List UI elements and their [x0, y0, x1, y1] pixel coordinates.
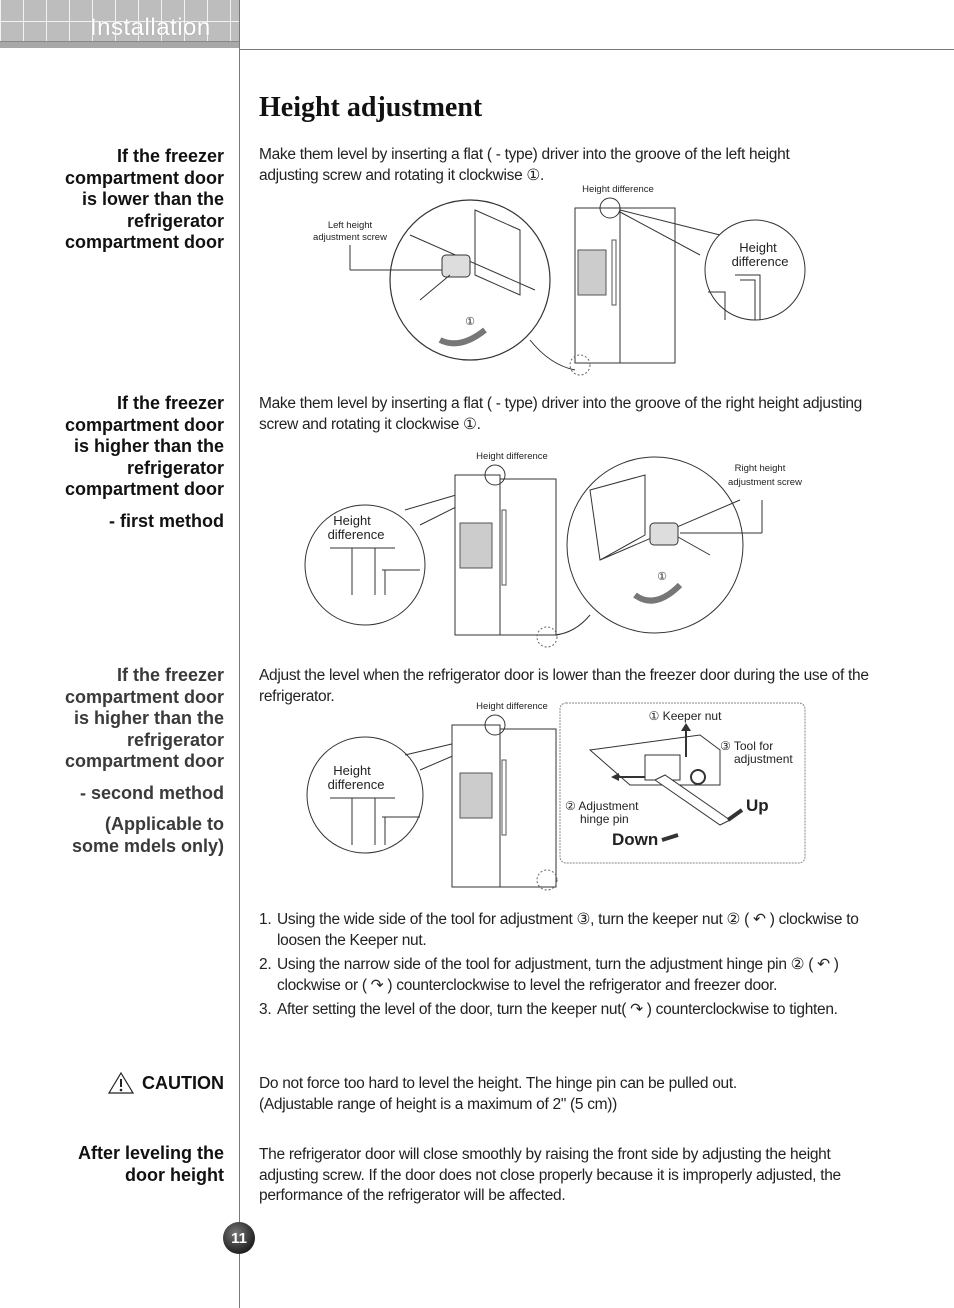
- down-label: Down: [612, 830, 658, 849]
- section-title: Installation: [90, 14, 211, 41]
- caution-line: (Adjustable range of height is a maximum…: [259, 1095, 618, 1113]
- label-line: refrigerator: [126, 729, 224, 750]
- after-leveling-label: After leveling the door height: [4, 1143, 224, 1186]
- hinge-pin-label: ② Adjustment: [565, 799, 639, 813]
- step-text: After setting the level of the door, tur…: [277, 1001, 838, 1018]
- up-label: Up: [746, 796, 769, 815]
- caution-heading: CAUTION: [108, 1072, 224, 1094]
- rotation-marker: ①: [657, 571, 667, 583]
- callout-label: difference: [732, 254, 789, 269]
- label-line: refrigerator: [126, 457, 224, 478]
- note-line: (Applicable to: [104, 814, 224, 834]
- page-number-badge: 11: [223, 1222, 255, 1254]
- caution-line: Do not force too hard to level the heigh…: [259, 1075, 737, 1092]
- diagram-left-screw: ① Left height adjustment screw Height di…: [313, 184, 806, 376]
- section-3-label: If the freezer compartment door is highe…: [4, 665, 224, 857]
- caution-text: Do not force too hard to level the heigh…: [259, 1074, 879, 1115]
- after-leveling-text: The refrigerator door will close smoothl…: [259, 1146, 841, 1204]
- section-2-label: If the freezer compartment door is highe…: [4, 393, 224, 532]
- height-diff-label: Height difference: [476, 701, 548, 712]
- step-item: 2. Using the narrow side of the tool for…: [259, 955, 879, 996]
- diagram-right-screw: Height difference Height difference ① Ri…: [304, 451, 802, 648]
- hinge-pin-label: hinge pin: [580, 812, 629, 826]
- adjustment-steps: 1. Using the wide side of the tool for a…: [259, 910, 879, 1025]
- warning-triangle-icon: [108, 1072, 134, 1094]
- callout-label: Height: [333, 513, 371, 528]
- rotation-marker: ①: [465, 316, 475, 328]
- callout-label: difference: [328, 777, 385, 792]
- refrigerator-door: [499, 728, 557, 888]
- dispenser-icon: [459, 522, 493, 569]
- header-divider: [240, 49, 954, 50]
- method-label: - first method: [109, 510, 224, 531]
- method-label: - second method: [79, 782, 224, 803]
- caution-label: CAUTION: [142, 1072, 224, 1093]
- step-item: 3. After setting the level of the door, …: [259, 1000, 879, 1021]
- label-line: compartment door: [64, 167, 224, 188]
- callout-label: Height: [333, 763, 371, 778]
- dispenser-icon: [459, 772, 493, 819]
- label-line: compartment door: [64, 232, 224, 252]
- step-number: 3.: [259, 1001, 272, 1018]
- keeper-nut-label: ① Keeper nut: [649, 709, 722, 723]
- note-line: some mdels only): [71, 835, 224, 856]
- refrigerator-door: [499, 478, 557, 636]
- screw-label: adjustment screw: [728, 477, 802, 488]
- header-strip: [0, 41, 240, 48]
- screw-label: Left height: [328, 220, 373, 231]
- label-line: door height: [125, 1164, 224, 1185]
- callout-label: difference: [328, 527, 385, 542]
- label-line: refrigerator: [126, 210, 224, 231]
- label-line: compartment door: [64, 686, 224, 707]
- screw-label: Right height: [735, 463, 786, 474]
- section-1-label: If the freezer compartment door is lower…: [4, 146, 224, 254]
- label-line: is higher than the: [73, 436, 224, 456]
- step-text: Using the narrow side of the tool for ad…: [277, 956, 839, 994]
- screw-icon: [649, 522, 679, 546]
- column-divider: [239, 0, 240, 1308]
- callout-label: Height: [739, 240, 777, 255]
- section-header-band: Installation: [0, 0, 240, 48]
- label-line: compartment door: [64, 751, 224, 771]
- label-line: is lower than the: [81, 189, 224, 209]
- height-diff-label: Height difference: [476, 451, 548, 462]
- label-line: After leveling the: [77, 1143, 224, 1163]
- section-2-text: Make them level by inserting a flat ( - …: [259, 395, 862, 433]
- tool-label: ③ Tool for: [720, 739, 773, 753]
- label-line: is higher than the: [73, 708, 224, 728]
- refrigerator-door: [619, 207, 676, 364]
- diagram-hinge-adjustment: Height difference Height difference ① Ke…: [306, 701, 806, 891]
- applicability-note: (Applicable to some mdels only): [4, 814, 224, 857]
- tool-label: adjustment: [734, 752, 793, 766]
- page-title: Height adjustment: [259, 92, 483, 123]
- label-line: If the freezer: [116, 665, 224, 685]
- dispenser-icon: [577, 249, 607, 296]
- label-line: compartment door: [64, 479, 224, 499]
- step-number: 2.: [259, 956, 272, 973]
- magnifier-circle: [389, 199, 551, 361]
- screw-icon: [441, 254, 471, 278]
- screw-label: adjustment screw: [313, 232, 387, 243]
- step-number: 1.: [259, 911, 272, 928]
- label-line: If the freezer: [116, 393, 224, 413]
- step-item: 1. Using the wide side of the tool for a…: [259, 910, 879, 951]
- label-line: compartment door: [64, 414, 224, 435]
- step-text: Using the wide side of the tool for adju…: [277, 911, 859, 949]
- height-diff-label: Height difference: [582, 184, 654, 195]
- label-line: If the freezer: [116, 146, 224, 166]
